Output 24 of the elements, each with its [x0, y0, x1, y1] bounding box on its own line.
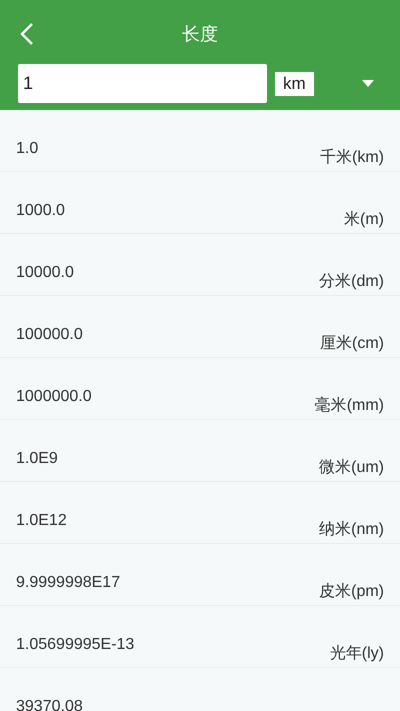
result-value: 39370.08: [16, 698, 83, 711]
unit-label: 毫米(mm): [314, 396, 384, 416]
result-value: 1.05699995E-13: [16, 636, 134, 654]
unit-label: 厘米(cm): [320, 334, 384, 354]
unit-label: 千米(km): [320, 148, 384, 168]
result-value: 9.9999998E17: [16, 574, 120, 592]
unit-label: 微米(um): [319, 458, 384, 478]
unit-label: 纳米(nm): [319, 520, 384, 540]
unit-selector[interactable]: km: [275, 72, 314, 96]
unit-label: 光年(ly): [330, 644, 384, 664]
result-value: 1000.0: [16, 202, 65, 220]
unit-label: 分米(dm): [319, 272, 384, 292]
unit-label: 米(m): [344, 210, 384, 230]
dropdown-caret-icon[interactable]: [362, 80, 374, 87]
result-value: 1.0: [16, 140, 38, 158]
result-value: 10000.0: [16, 264, 74, 282]
back-icon[interactable]: [20, 22, 34, 46]
result-value: 100000.0: [16, 326, 83, 344]
value-input[interactable]: 1: [18, 64, 267, 103]
result-value: 1000000.0: [16, 388, 92, 406]
page-title: 长度: [182, 23, 218, 46]
result-value: 1.0E9: [16, 450, 58, 468]
result-value: 1.0E12: [16, 512, 67, 530]
unit-label: 皮米(pm): [319, 582, 384, 602]
